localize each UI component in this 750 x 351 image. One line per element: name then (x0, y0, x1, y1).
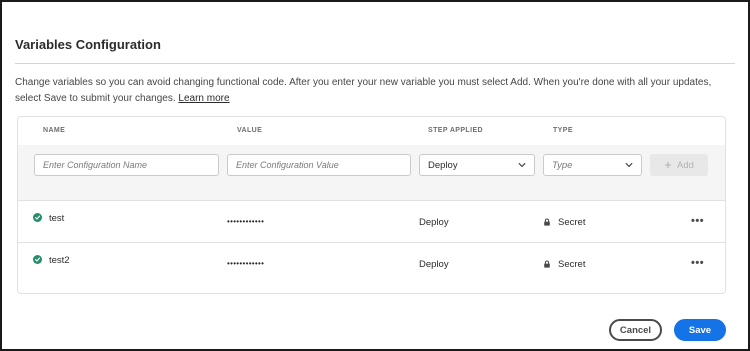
dialog-description: Change variables so you can avoid changi… (15, 75, 730, 107)
type-select[interactable]: Type (543, 154, 642, 176)
table-row: test2 •••••••••••• Deploy Secret ••• (18, 243, 725, 284)
row-step: Deploy (419, 259, 449, 270)
lock-icon (544, 218, 550, 226)
config-value-input[interactable] (227, 154, 411, 176)
chevron-down-icon (518, 162, 526, 168)
check-circle-icon (33, 213, 42, 222)
learn-more-link[interactable]: Learn more (178, 93, 229, 104)
row-value: •••••••••••• (227, 217, 265, 226)
plus-icon (664, 161, 672, 169)
row-name: test (49, 213, 65, 224)
cancel-button[interactable]: Cancel (609, 319, 662, 341)
header-name: NAME (43, 127, 66, 134)
save-button[interactable]: Save (674, 319, 726, 341)
row-type: Secret (558, 259, 586, 270)
lock-icon (544, 260, 550, 268)
add-button[interactable]: Add (650, 154, 708, 176)
row-step: Deploy (419, 217, 449, 228)
step-applied-value: Deploy (428, 159, 458, 171)
add-label: Add (677, 159, 694, 171)
more-options-button[interactable]: ••• (691, 215, 704, 227)
add-variable-form: Deploy Type Add (18, 145, 725, 201)
header-step-applied: STEP APPLIED (428, 127, 483, 134)
step-applied-select[interactable]: Deploy (419, 154, 535, 176)
row-type: Secret (558, 217, 586, 228)
row-value: •••••••••••• (227, 259, 265, 268)
header-type: TYPE (553, 127, 573, 134)
chevron-down-icon (625, 162, 633, 168)
check-circle-icon (33, 255, 42, 264)
table-row: test •••••••••••• Deploy Secret ••• (18, 202, 725, 243)
variables-dialog: Variables Configuration Change variables… (0, 0, 750, 351)
more-options-button[interactable]: ••• (691, 257, 704, 269)
title-divider (15, 63, 735, 64)
variables-table: NAME VALUE STEP APPLIED TYPE Deploy Type… (17, 116, 726, 294)
row-name: test2 (49, 255, 70, 266)
description-text: Change variables so you can avoid changi… (15, 77, 712, 104)
type-placeholder: Type (552, 159, 573, 171)
config-name-input[interactable] (34, 154, 219, 176)
dialog-title: Variables Configuration (15, 37, 161, 52)
header-value: VALUE (237, 127, 263, 134)
